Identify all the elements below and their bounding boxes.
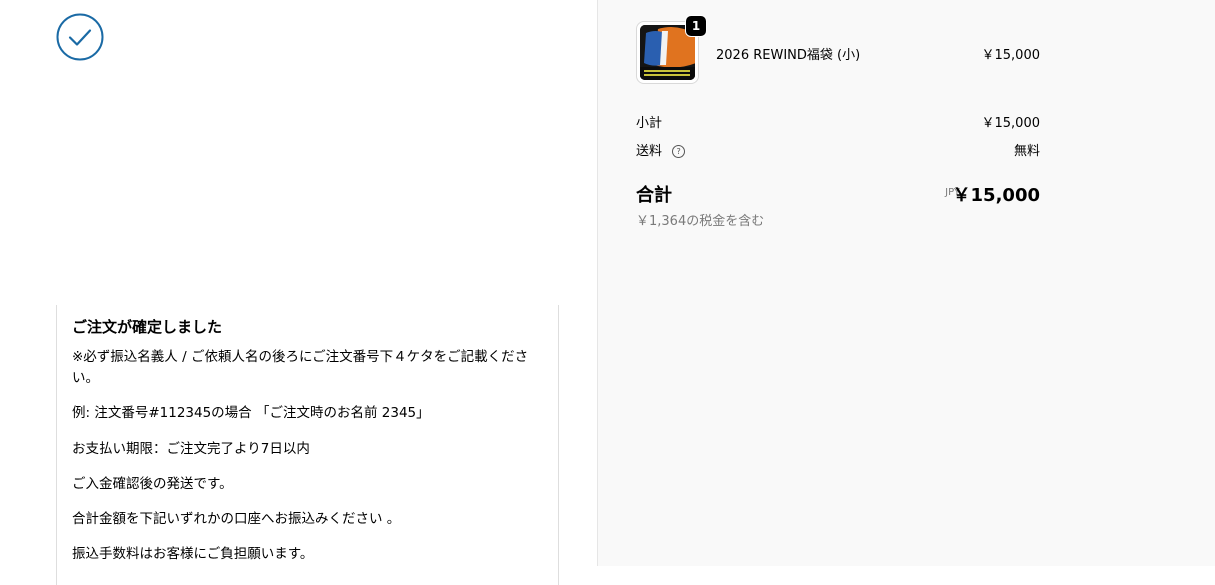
- shipping-row: 送料 ?: [636, 140, 686, 159]
- subtotal-label: 小計: [636, 116, 663, 131]
- order-confirmation-box: ご注文が確定しました ※必ず振込名義人 / ご依頼人名の後ろにご注文番号下４ケタ…: [56, 305, 559, 585]
- total-value: ￥15,000: [952, 185, 1040, 206]
- shipping-label: 送料: [636, 144, 663, 159]
- notice-line: ※必ず振込名義人 / ご依頼人名の後ろにご注文番号下４ケタをご記載ください。: [72, 349, 529, 386]
- notice-line: 合計金額を下記いずれかの口座へお振込みください 。: [72, 511, 401, 527]
- total-label: 合計: [636, 185, 672, 206]
- notice-line: 振込手数料はお客様にご負担願います。: [72, 546, 314, 562]
- tax-note: ￥1,364の税金を含む: [636, 214, 765, 229]
- confirmation-title: ご注文が確定しました: [72, 318, 223, 336]
- checkmark-circle-icon: [56, 13, 104, 61]
- help-icon[interactable]: ?: [672, 145, 686, 158]
- product-price: ￥15,000: [981, 48, 1041, 63]
- notice-line: お支払い期限：ご注文完了より7日以内: [72, 441, 310, 457]
- shipping-value: 無料: [1013, 144, 1040, 159]
- subtotal-value: ￥15,000: [981, 116, 1041, 131]
- notice-line: ご入金確認後の発送です。: [72, 476, 233, 492]
- quantity-badge: 1: [685, 15, 707, 37]
- notice-line: 例: 注文番号#112345の場合 「ご注文時のお名前 2345」: [72, 405, 430, 421]
- order-status-panel: ご注文が確定しました ※必ず振込名義人 / ご依頼人名の後ろにご注文番号下４ケタ…: [0, 0, 597, 585]
- product-name: 2026 REWIND福袋 (小): [716, 48, 861, 63]
- order-summary-panel: 1 2026 REWIND福袋 (小) ￥15,000 小計 ￥15,000 送…: [597, 0, 1215, 566]
